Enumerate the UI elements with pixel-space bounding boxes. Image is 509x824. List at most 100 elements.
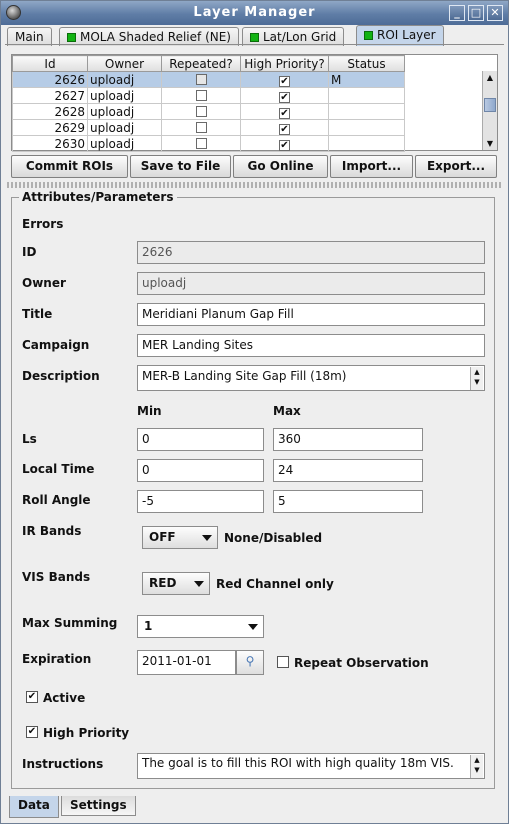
save-to-file-button[interactable]: Save to File [130, 155, 231, 178]
chevron-down-icon [202, 535, 212, 541]
ls-max-field[interactable]: 360 [273, 428, 423, 451]
tab-settings[interactable]: Settings [61, 796, 136, 816]
calendar-picker-icon[interactable]: ⚲ [236, 650, 264, 675]
instructions-text: The goal is to fill this ROI with high q… [142, 756, 454, 770]
column-header-high-priority[interactable]: High Priority? [240, 55, 329, 72]
column-header-owner[interactable]: Owner [87, 55, 162, 72]
tab-divider [5, 44, 504, 45]
high-priority-checkbox[interactable]: ✔ [26, 726, 38, 738]
tab-data[interactable]: Data [9, 796, 59, 818]
high-priority-checkbox[interactable]: ✔ [279, 76, 290, 87]
vis-bands-label: VIS Bands [22, 570, 91, 584]
active-label: Active [43, 691, 86, 705]
import-button[interactable]: Import... [330, 155, 413, 178]
campaign-field[interactable]: MER Landing Sites [137, 334, 485, 357]
cell-owner[interactable]: uploadj [87, 103, 162, 120]
instructions-label: Instructions [22, 757, 104, 771]
split-pane-divider[interactable] [7, 182, 503, 188]
tab-roi-layer[interactable]: ROI Layer [356, 25, 444, 46]
table-row[interactable]: 2628 uploadj ✔ [12, 103, 405, 120]
table-scrollbar[interactable]: ▲ ▼ [482, 71, 497, 150]
scroll-up-icon[interactable]: ▲ [483, 71, 497, 84]
campaign-label: Campaign [22, 338, 90, 352]
roll-angle-min-field[interactable]: -5 [137, 490, 264, 513]
go-online-button[interactable]: Go Online [233, 155, 328, 178]
cell-owner[interactable]: uploadj [87, 71, 162, 88]
cell-owner[interactable]: uploadj [87, 119, 162, 136]
table-row[interactable]: 2627 uploadj ✔ [12, 87, 405, 104]
ir-bands-select[interactable]: OFF [142, 526, 218, 549]
table-row[interactable]: 2629 uploadj ✔ [12, 119, 405, 136]
ls-min-field[interactable]: 0 [137, 428, 264, 451]
column-header-status[interactable]: Status [328, 55, 405, 72]
window-title: Layer Manager [193, 5, 316, 20]
cell-status[interactable] [328, 135, 405, 152]
attributes-section-title: Attributes/Parameters [19, 190, 177, 204]
max-summing-label: Max Summing [22, 616, 118, 630]
maximize-button[interactable]: □ [468, 5, 484, 21]
close-button[interactable]: ✕ [487, 5, 503, 21]
high-priority-checkbox[interactable]: ✔ [279, 92, 290, 103]
minimize-button[interactable]: _ [449, 5, 465, 21]
repeated-checkbox[interactable] [195, 121, 207, 133]
repeated-checkbox[interactable] [195, 137, 207, 149]
commit-rois-button[interactable]: Commit ROIs [11, 155, 128, 178]
errors-label: Errors [22, 217, 64, 231]
max-summing-value: 1 [144, 619, 153, 633]
local-time-min-field[interactable]: 0 [137, 459, 264, 482]
cell-id[interactable]: 2626 [12, 71, 88, 88]
high-priority-checkbox[interactable]: ✔ [279, 140, 290, 151]
local-time-max-field[interactable]: 24 [273, 459, 423, 482]
tab-label: Lat/Lon Grid [263, 30, 337, 44]
high-priority-checkbox[interactable]: ✔ [279, 124, 290, 135]
cell-status[interactable] [328, 119, 405, 136]
cell-id[interactable]: 2627 [12, 87, 88, 104]
repeated-checkbox[interactable] [195, 105, 207, 117]
min-header: Min [137, 404, 162, 418]
description-spin-icon[interactable]: ▲ ▼ [470, 367, 483, 390]
table-row[interactable]: 2630 uploadj ✔ [12, 135, 405, 152]
id-label: ID [22, 245, 37, 259]
description-text: MER-B Landing Site Gap Fill (18m) [142, 369, 347, 383]
roll-angle-max-field[interactable]: 5 [273, 490, 423, 513]
expiration-field[interactable]: 2011-01-01 [137, 650, 236, 675]
roi-table: Id Owner Repeated? High Priority? Status… [11, 54, 498, 152]
owner-label: Owner [22, 276, 66, 290]
description-field[interactable]: MER-B Landing Site Gap Fill (18m) ▲ ▼ [137, 365, 485, 391]
ls-label: Ls [22, 432, 37, 446]
repeated-checkbox[interactable] [195, 73, 207, 85]
cell-status[interactable]: M [328, 71, 405, 88]
table-row[interactable]: 2626 uploadj ✔ M [12, 71, 405, 88]
cell-owner[interactable]: uploadj [87, 87, 162, 104]
layer-visible-indicator-icon [250, 33, 259, 42]
instructions-field[interactable]: The goal is to fill this ROI with high q… [137, 753, 485, 779]
layer-manager-window: Layer Manager _ □ ✕ Main MOLA Shaded Rel… [0, 0, 509, 824]
chevron-down-icon [248, 624, 258, 630]
cell-id[interactable]: 2629 [12, 119, 88, 136]
title-label: Title [22, 307, 53, 321]
instructions-spin-icon[interactable]: ▲ ▼ [470, 755, 483, 778]
scroll-down-icon[interactable]: ▼ [483, 137, 497, 150]
tab-label: ROI Layer [377, 28, 436, 42]
cell-owner[interactable]: uploadj [87, 135, 162, 152]
title-bar[interactable]: Layer Manager _ □ ✕ [1, 1, 508, 25]
max-summing-select[interactable]: 1 [137, 615, 264, 638]
cell-status[interactable] [328, 87, 405, 104]
vis-bands-value: RED [149, 576, 177, 590]
roll-angle-label: Roll Angle [22, 493, 91, 507]
repeated-checkbox[interactable] [195, 89, 207, 101]
column-header-id[interactable]: Id [12, 55, 88, 72]
high-priority-checkbox[interactable]: ✔ [279, 108, 290, 119]
title-field[interactable]: Meridiani Planum Gap Fill [137, 303, 485, 326]
column-header-repeated[interactable]: Repeated? [161, 55, 241, 72]
id-field: 2626 [137, 241, 485, 264]
active-checkbox[interactable]: ✔ [26, 691, 38, 703]
cell-id[interactable]: 2628 [12, 103, 88, 120]
cell-id[interactable]: 2630 [12, 135, 88, 152]
repeat-observation-checkbox[interactable] [277, 656, 289, 668]
expiration-label: Expiration [22, 652, 92, 666]
vis-bands-select[interactable]: RED [142, 572, 210, 595]
cell-status[interactable] [328, 103, 405, 120]
export-button[interactable]: Export... [415, 155, 497, 178]
scroll-thumb[interactable] [484, 98, 496, 112]
